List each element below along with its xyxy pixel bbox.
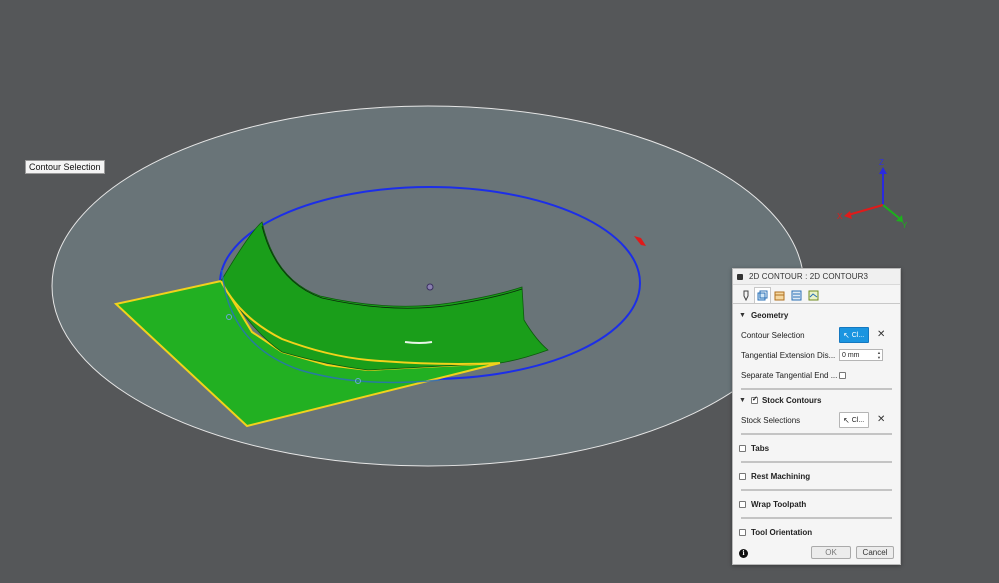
tabs-section-header[interactable]: Tabs: [733, 438, 900, 458]
collapse-triangle-icon[interactable]: ▼: [739, 397, 746, 404]
section-divider: [741, 517, 892, 519]
separate-tangential-row: Separate Tangential End ...: [733, 365, 900, 385]
tangential-extension-row: Tangential Extension Dis... 0 mm ▲ ▼: [733, 345, 900, 365]
stock-contours-checkbox[interactable]: [750, 395, 758, 404]
separate-tangential-label: Separate Tangential End ...: [741, 370, 838, 380]
stock-contours-section-header[interactable]: ▼ Stock Contours: [733, 390, 900, 410]
rest-machining-section-header[interactable]: Rest Machining: [733, 466, 900, 486]
tool-orientation-checkbox[interactable]: [739, 528, 746, 536]
tab-heights[interactable]: [771, 287, 788, 303]
axis-label-z: Z: [879, 158, 884, 167]
dialog-header[interactable]: 2D CONTOUR : 2D CONTOUR3: [733, 269, 900, 285]
wrap-toolpath-title: Wrap Toolpath: [751, 499, 807, 509]
dialog-title: 2D CONTOUR : 2D CONTOUR3: [749, 272, 869, 281]
dialog-footer: i OK Cancel: [733, 542, 900, 564]
tool-orientation-title: Tool Orientation: [751, 527, 813, 537]
contour-selection-label: Contour Selection: [741, 330, 805, 340]
clear-contour-icon[interactable]: ✕: [877, 330, 885, 340]
section-divider: [741, 461, 892, 463]
geometry-icon: [757, 290, 768, 301]
tool-icon: [743, 290, 748, 301]
stock-selections-value: Cl...: [851, 416, 865, 424]
tangential-extension-value: 0 mm: [842, 351, 860, 359]
stock-selections-label: Stock Selections: [741, 415, 801, 425]
stock-selections-row: Stock Selections ↖ Cl... ✕: [733, 410, 900, 430]
tab-tool[interactable]: [737, 287, 754, 303]
section-divider: [741, 489, 892, 491]
geometry-section-header[interactable]: ▼ Geometry: [733, 305, 900, 325]
rest-machining-title: Rest Machining: [751, 471, 811, 481]
tab-linking[interactable]: [805, 287, 822, 303]
tool-orientation-section-header[interactable]: Tool Orientation: [733, 522, 900, 542]
contour-dialog: 2D CONTOUR : 2D CONTOUR3 ▼ Geometry Cont…: [732, 268, 901, 565]
axis-triad[interactable]: Z X Y: [837, 158, 908, 230]
section-divider: [741, 433, 892, 435]
wrap-toolpath-checkbox[interactable]: [739, 500, 746, 508]
cancel-button[interactable]: Cancel: [856, 546, 894, 559]
center-point[interactable]: [426, 283, 434, 291]
linking-icon: [808, 290, 819, 300]
tab-passes[interactable]: [788, 287, 805, 303]
collapse-triangle-icon[interactable]: ▼: [739, 312, 746, 319]
geometry-section-title: Geometry: [750, 310, 789, 320]
info-icon[interactable]: i: [739, 548, 748, 558]
cursor-icon: ↖: [843, 415, 850, 425]
clear-stock-icon[interactable]: ✕: [877, 415, 885, 425]
rest-machining-checkbox[interactable]: [739, 472, 746, 480]
ok-button[interactable]: OK: [811, 546, 851, 559]
surface-shine: [404, 341, 433, 344]
dialog-menu-icon[interactable]: [737, 273, 743, 280]
stock-selections-button[interactable]: ↖ Cl...: [839, 412, 869, 428]
cursor-icon: ↖: [843, 330, 850, 340]
separate-tangential-checkbox[interactable]: [839, 371, 846, 379]
contour-selection-value: Cl...: [851, 331, 865, 339]
tangential-extension-input[interactable]: 0 mm ▲ ▼: [839, 349, 883, 361]
wrap-toolpath-section-header[interactable]: Wrap Toolpath: [733, 494, 900, 514]
stock-contours-title: Stock Contours: [761, 395, 822, 405]
tab-geometry[interactable]: [754, 287, 771, 303]
axis-label-y: Y: [902, 221, 908, 230]
contour-selection-tooltip: Contour Selection: [25, 160, 105, 174]
axis-label-x: X: [837, 212, 843, 221]
tangential-extension-label: Tangential Extension Dis...: [741, 350, 836, 360]
spinner-icon[interactable]: ▲ ▼: [877, 350, 881, 360]
heights-icon: [774, 291, 785, 300]
contour-selection-button[interactable]: ↖ Cl...: [839, 327, 869, 343]
tabs-checkbox[interactable]: [739, 444, 746, 452]
tabs-title: Tabs: [751, 443, 770, 453]
passes-icon: [791, 290, 802, 300]
contour-selection-row: Contour Selection ↖ Cl... ✕: [733, 325, 900, 345]
dialog-tabbar: [733, 285, 900, 304]
